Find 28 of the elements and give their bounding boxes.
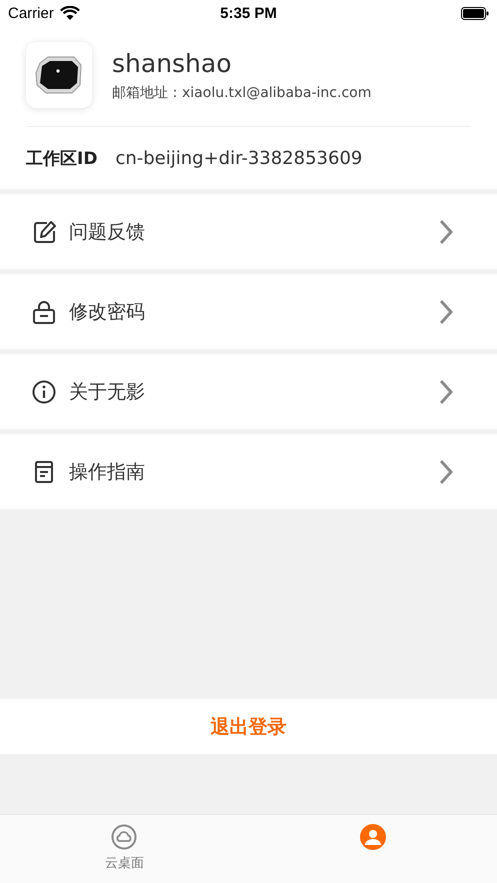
menu-label: 问题反馈	[69, 220, 146, 244]
user-icon	[360, 824, 386, 850]
tab-item[interactable]: 云桌面	[0, 815, 248, 883]
email-address: 邮箱地址：xiaolu.txl@alibaba-inc.com	[112, 84, 372, 102]
chevron-icon	[439, 298, 453, 324]
menu-row[interactable]: 修改密码	[0, 274, 497, 349]
logo-drawing	[34, 55, 84, 95]
workspace-label: 工作区ID	[26, 148, 98, 170]
lock-icon	[32, 300, 56, 324]
carrier-label: Carrier	[8, 4, 54, 22]
menu-row[interactable]: 操作指南	[0, 434, 497, 509]
menu-label: 关于无影	[69, 380, 146, 404]
document-icon	[32, 460, 56, 484]
battery-icon	[460, 6, 489, 20]
menu-row[interactable]: 问题反馈	[0, 194, 497, 269]
cloud-icon	[111, 824, 138, 850]
menu-label: 操作指南	[69, 460, 146, 484]
workspace-id: cn-beijing+dir-3382853609	[115, 148, 362, 168]
menu-label: 修改密码	[69, 300, 146, 324]
chevron-icon	[439, 218, 453, 244]
user-name: shanshao	[112, 48, 233, 78]
chevron-icon	[439, 458, 453, 484]
chevron-icon	[439, 378, 453, 404]
menu-row[interactable]: 关于无影	[0, 354, 497, 429]
info-icon	[32, 380, 56, 404]
wifi-icon	[60, 6, 80, 20]
status-time: 5:35 PM	[220, 4, 277, 22]
edit-icon	[32, 220, 56, 244]
